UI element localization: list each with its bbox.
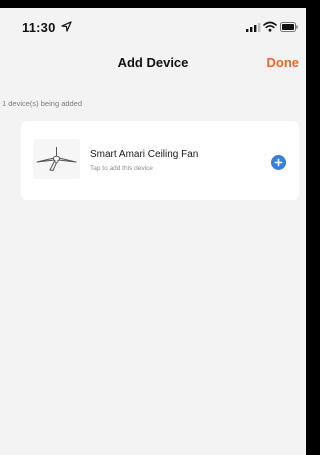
device-name: Smart Amari Ceiling Fan (90, 149, 199, 160)
ceiling-fan-icon (36, 147, 77, 171)
status-bar: 11:30 (0, 8, 306, 48)
device-hint: Tap to add this device (90, 165, 153, 172)
device-card[interactable]: Smart Amari Ceiling Fan Tap to add this … (21, 121, 299, 200)
add-device-button[interactable] (271, 155, 286, 170)
cellular-signal-icon (246, 23, 261, 32)
done-button[interactable]: Done (267, 55, 300, 70)
battery-icon (280, 22, 298, 32)
page-title: Add Device (117, 55, 189, 70)
location-arrow-icon (61, 21, 72, 32)
screen: 11:30 Add Device Done 1 device(s) being … (0, 8, 306, 455)
device-thumbnail (33, 139, 80, 179)
section-label: 1 device(s) being added (2, 99, 83, 108)
nav-bar: Add Device Done (0, 48, 306, 78)
wifi-icon (263, 21, 277, 32)
status-time: 11:30 (22, 20, 56, 35)
